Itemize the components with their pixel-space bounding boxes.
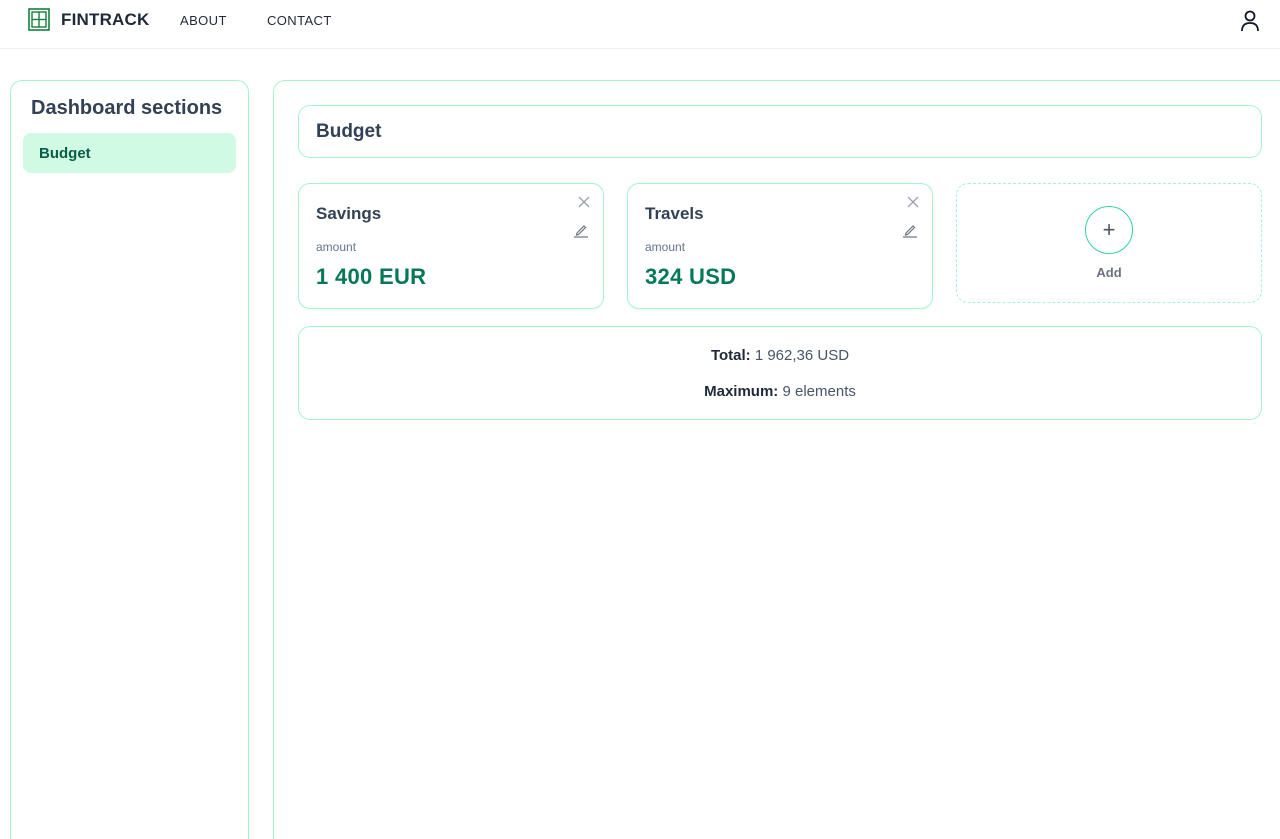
close-icon[interactable] (906, 195, 920, 209)
amount-value: 1 400 EUR (316, 264, 427, 289)
top-navbar: FINTRACK ABOUT CONTACT (0, 0, 1280, 49)
add-card-button[interactable]: + Add (956, 183, 1262, 303)
card-name: Travels (645, 204, 704, 223)
plus-icon[interactable]: + (1085, 206, 1133, 254)
total-value: 1 962,36 USD (754, 347, 850, 364)
fintrack-logo-icon[interactable] (28, 7, 50, 32)
maximum-value: 9 elements (782, 383, 856, 400)
summary-total: Total: 1 962,36 USD (299, 347, 1261, 364)
section-header: Budget (298, 105, 1262, 158)
total-label: Total: (710, 347, 751, 364)
sidebar: Dashboard sections Budget (10, 80, 249, 839)
amount-value: 324 USD (645, 264, 737, 289)
amount-label: amount (645, 240, 686, 254)
edit-pencil-icon[interactable] (573, 222, 589, 238)
maximum-label: Maximum: (704, 383, 779, 400)
nav-link-about[interactable]: ABOUT (180, 13, 227, 28)
budget-card-travels: Travels amount 324 USD (627, 183, 933, 309)
sidebar-item-budget[interactable]: Budget (23, 133, 236, 173)
section-title: Budget (316, 121, 382, 142)
brand-name[interactable]: FINTRACK (61, 10, 149, 30)
card-name: Savings (316, 204, 382, 223)
budget-summary: Total: 1 962,36 USD Maximum: 9 elements (298, 326, 1262, 420)
add-label: Add (1096, 265, 1122, 280)
close-icon[interactable] (577, 195, 591, 209)
summary-maximum: Maximum: 9 elements (299, 383, 1261, 400)
budget-card-savings: Savings amount 1 400 EUR (298, 183, 604, 309)
sidebar-title: Dashboard sections (31, 97, 223, 119)
main-panel: Budget Savings amount 1 400 EUR Travels … (273, 80, 1280, 839)
amount-label: amount (316, 240, 357, 254)
edit-pencil-icon[interactable] (902, 222, 918, 238)
nav-link-contact[interactable]: CONTACT (267, 13, 332, 28)
user-icon[interactable] (1239, 9, 1261, 33)
